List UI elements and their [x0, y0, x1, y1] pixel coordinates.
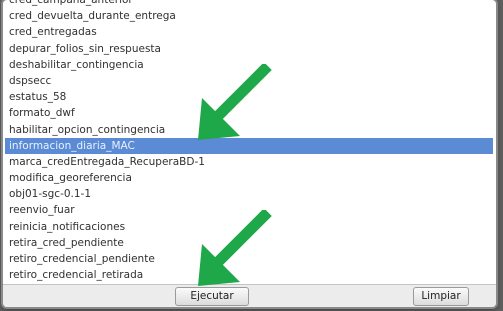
list-item-label: deshabilitar_contingencia	[9, 58, 144, 71]
list-item[interactable]: habilitar_opcion_contingencia	[5, 122, 493, 138]
list-item[interactable]: formato_dwf	[5, 105, 493, 121]
list-item[interactable]: marca_credEntregada_RecuperaBD-1	[5, 154, 493, 170]
list-item[interactable]: reinicia_notificaciones	[5, 219, 493, 235]
list-item[interactable]: retiro_credencial_retirada	[5, 267, 493, 283]
list-item[interactable]: depurar_folios_sin_respuesta	[5, 41, 493, 57]
list-item[interactable]: modifica_georeferencia	[5, 170, 493, 186]
list-item-label: depurar_folios_sin_respuesta	[9, 42, 161, 55]
list-item[interactable]: estatus_58	[5, 89, 493, 105]
list-item-label: cred_devuelta_durante_entrega	[9, 10, 176, 23]
list-item-label: cred_campana_anterior	[9, 0, 133, 6]
clear-button[interactable]: Limpiar	[413, 287, 469, 306]
list-item[interactable]: obj01-sgc-0.1-1	[5, 186, 493, 202]
list-item[interactable]: reenvio_fuar	[5, 202, 493, 218]
list-item-label: cred_entregadas	[9, 26, 97, 39]
list-item-label: retiro_credencial_pendiente	[9, 253, 155, 265]
list-item[interactable]: informacion_diaria_MAC	[5, 137, 493, 154]
list-item[interactable]: deshabilitar_contingencia	[5, 57, 493, 73]
list-item-label: reenvio_fuar	[9, 204, 75, 217]
list-item[interactable]: cred_devuelta_durante_entrega	[5, 8, 493, 24]
list-item-label: formato_dwf	[9, 107, 75, 120]
list-item-label: reinicia_notificaciones	[9, 220, 126, 233]
execute-button[interactable]: Ejecutar	[175, 287, 249, 306]
list-item[interactable]: dspsecc	[5, 73, 493, 89]
script-list[interactable]: cred_campana_anterior cred_devuelta_duran…	[5, 0, 493, 285]
list-item-label: informacion_diaria_MAC	[9, 139, 135, 152]
list-item-label: modifica_georeferencia	[9, 172, 132, 185]
list-item[interactable]: cred_campana_anterior	[5, 0, 493, 8]
list-item-label: habilitar_opcion_contingencia	[9, 123, 166, 136]
list-item-label: retira_cred_pendiente	[9, 236, 124, 249]
button-bar: Ejecutar Limpiar	[3, 284, 496, 307]
list-item-label: obj01-sgc-0.1-1	[9, 188, 92, 201]
list-item-label: dspsecc	[9, 74, 52, 87]
list-item-label: marca_credEntregada_RecuperaBD-1	[9, 155, 205, 168]
list-item-label: estatus_58	[9, 91, 67, 104]
list-item-label: retiro_credencial_retirada	[9, 269, 144, 282]
script-selector-window: cred_campana_anterior cred_devuelta_duran…	[3, 0, 496, 307]
list-item[interactable]: retiro_credencial_pendiente	[5, 251, 493, 267]
list-item[interactable]: cred_entregadas	[5, 24, 493, 40]
list-item[interactable]: retira_cred_pendiente	[5, 235, 493, 251]
